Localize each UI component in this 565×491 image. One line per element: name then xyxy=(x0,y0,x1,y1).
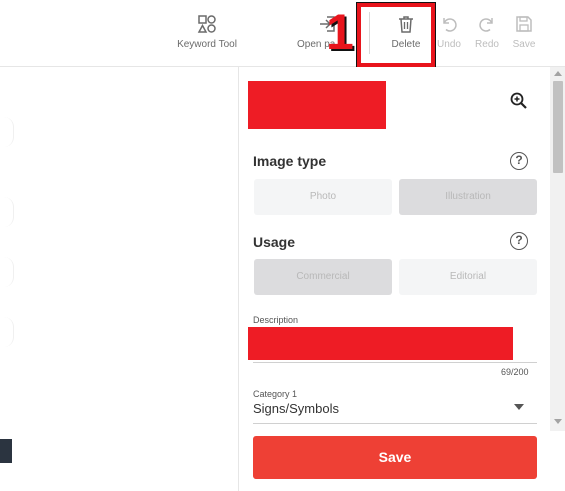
save-button[interactable]: Save xyxy=(253,436,537,479)
image-type-option-illustration[interactable]: Illustration xyxy=(399,179,537,215)
description-char-counter: 69/200 xyxy=(501,367,529,377)
toolbar-save-label: Save xyxy=(512,39,536,50)
category-label: Category 1 xyxy=(253,389,298,399)
keyword-tool-button[interactable]: Keyword Tool xyxy=(172,14,242,50)
canvas-dark-element xyxy=(0,439,12,463)
canvas-artwork-edge xyxy=(0,257,14,287)
chevron-down-icon[interactable] xyxy=(514,404,524,410)
annotation-step-number: 1 xyxy=(326,4,354,60)
zoom-in-icon xyxy=(510,92,527,109)
description-label: Description xyxy=(253,315,299,325)
image-type-option-photo[interactable]: Photo xyxy=(254,179,392,215)
image-type-heading: Image type xyxy=(253,153,327,169)
redo-label: Redo xyxy=(475,39,499,50)
category-select[interactable]: Signs/Symbols xyxy=(253,401,339,416)
zoom-button[interactable] xyxy=(509,91,529,111)
scrollbar-thumb[interactable] xyxy=(553,81,563,173)
usage-help-icon[interactable]: ? xyxy=(510,232,528,250)
usage-heading: Usage xyxy=(253,234,296,250)
floppy-disk-icon xyxy=(516,16,532,32)
keyword-tool-label: Keyword Tool xyxy=(177,39,237,50)
description-underline xyxy=(253,362,537,363)
shapes-icon xyxy=(197,15,216,33)
redacted-description[interactable] xyxy=(248,327,513,360)
top-toolbar: Keyword Tool Open pa Delete Undo Redo Sa… xyxy=(0,0,565,67)
redacted-title xyxy=(248,81,386,129)
metadata-panel: Image type ? Photo Illustration Usage ? … xyxy=(238,67,565,491)
toolbar-save-button[interactable]: Save xyxy=(510,14,538,50)
undo-label: Undo xyxy=(437,39,461,50)
annotation-highlight-box xyxy=(356,2,436,68)
redo-button[interactable]: Redo xyxy=(472,14,502,50)
canvas-artwork-edge xyxy=(0,317,14,347)
canvas-artwork-edge xyxy=(0,197,14,227)
usage-option-editorial[interactable]: Editorial xyxy=(399,259,537,295)
usage-option-commercial[interactable]: Commercial xyxy=(254,259,392,295)
image-canvas xyxy=(0,67,238,491)
undo-icon xyxy=(443,18,457,32)
redo-icon xyxy=(479,18,493,32)
image-type-help-icon[interactable]: ? xyxy=(510,152,528,170)
canvas-artwork-edge xyxy=(0,117,14,147)
scroll-up-arrow-icon[interactable] xyxy=(554,71,562,76)
category-underline xyxy=(253,423,537,424)
scroll-down-arrow-icon[interactable] xyxy=(554,419,562,424)
undo-button[interactable]: Undo xyxy=(436,14,462,50)
panel-scrollbar[interactable] xyxy=(550,67,565,431)
